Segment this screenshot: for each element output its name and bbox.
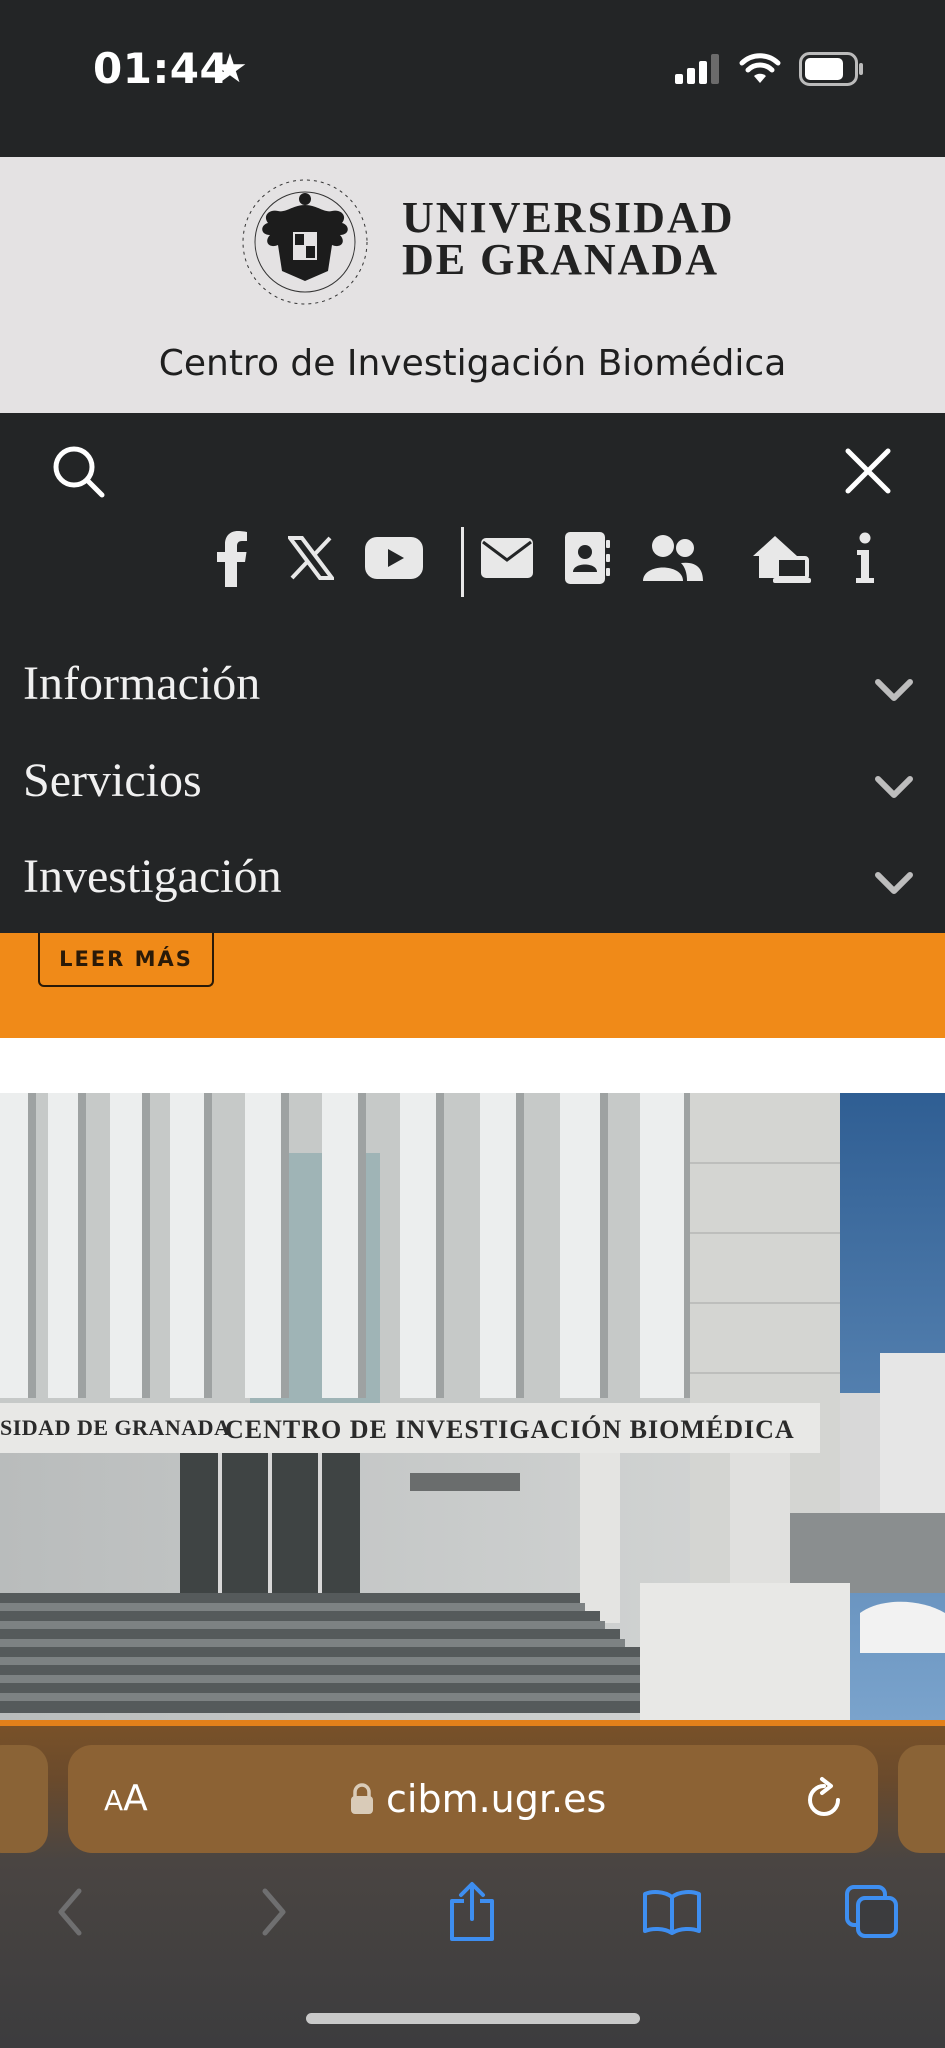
sign-text-left: SIDAD DE GRANADA <box>0 1415 230 1440</box>
tabs-icon[interactable] <box>842 1880 902 1944</box>
university-name-line-1: UNIVERSIDAD <box>402 193 735 242</box>
home-indicator[interactable] <box>306 2013 640 2024</box>
star-icon: ★ <box>212 47 248 91</box>
people-icon[interactable] <box>640 523 706 593</box>
home-laptop-icon[interactable] <box>750 523 814 593</box>
aa-small-label: A <box>104 1784 124 1817</box>
university-name[interactable]: UNIVERSIDAD DE GRANADA <box>402 193 735 284</box>
building-photo: SIDAD DE GRANADA CENTRO DE INVESTIGACIÓN… <box>0 1093 945 1720</box>
navigation-menu: Información Servicios Investigación <box>0 413 945 933</box>
reload-icon[interactable] <box>800 1776 848 1824</box>
info-icon[interactable] <box>850 523 880 593</box>
close-icon[interactable] <box>840 443 896 499</box>
status-icons <box>675 52 865 86</box>
sign-text-right: CENTRO DE INVESTIGACIÓN BIOMÉDICA <box>225 1415 795 1444</box>
url-display[interactable]: cibm.ugr.es <box>350 1774 606 1824</box>
contact-card-icon[interactable] <box>562 523 612 593</box>
mail-icon[interactable] <box>480 523 534 593</box>
wifi-icon <box>739 53 781 83</box>
previous-tab-preview[interactable] <box>0 1745 48 1853</box>
search-icon[interactable] <box>50 443 106 499</box>
menu-item-label: Investigación <box>23 850 282 903</box>
menu-item-label: Servicios <box>23 754 202 807</box>
share-icon[interactable] <box>442 1880 502 1944</box>
social-links <box>0 523 945 603</box>
spacer <box>0 1038 945 1093</box>
center-name[interactable]: Centro de Investigación Biomédica <box>0 343 945 384</box>
reader-text-size-button[interactable]: AA <box>104 1778 148 1819</box>
youtube-icon[interactable] <box>364 523 424 593</box>
site-header: UNIVERSIDAD DE GRANADA Centro de Investi… <box>0 157 945 413</box>
bookmarks-icon[interactable] <box>642 1880 702 1944</box>
menu-item-servicios[interactable]: Servicios <box>0 735 945 831</box>
aa-big-label: A <box>123 1778 148 1819</box>
facebook-icon[interactable] <box>212 523 252 593</box>
back-icon[interactable] <box>40 1880 100 1944</box>
chevron-down-icon <box>875 679 913 701</box>
university-seal-logo[interactable] <box>238 175 373 310</box>
x-icon[interactable] <box>286 523 336 593</box>
page-edge <box>0 1720 945 1726</box>
status-time: 01:44 <box>93 44 230 93</box>
url-text: cibm.ugr.es <box>386 1777 607 1821</box>
status-bar: 01:44 ★ <box>0 0 945 157</box>
next-tab-preview[interactable] <box>898 1745 945 1853</box>
menu-item-informacion[interactable]: Información <box>0 638 945 734</box>
university-name-line-2: DE GRANADA <box>402 235 719 284</box>
menu-item-investigacion[interactable]: Investigación <box>0 831 945 927</box>
featured-banner: LEER MÁS <box>0 933 945 1038</box>
lock-icon <box>351 1783 373 1814</box>
cellular-signal-icon <box>675 54 719 84</box>
forward-icon[interactable] <box>244 1880 304 1944</box>
chevron-down-icon <box>875 872 913 894</box>
chevron-down-icon <box>875 776 913 798</box>
social-divider <box>461 527 464 597</box>
battery-icon <box>799 52 863 86</box>
menu-item-label: Información <box>23 657 261 710</box>
read-more-button[interactable]: LEER MÁS <box>38 933 214 987</box>
